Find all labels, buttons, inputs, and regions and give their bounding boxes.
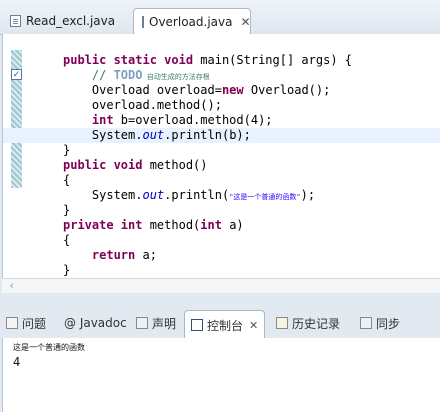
scroll-left-icon[interactable]: ‹	[10, 279, 14, 293]
code-line: public void method()	[63, 158, 208, 172]
java-file-icon	[142, 16, 144, 28]
code-area[interactable]: public static void main(String[] args) {…	[3, 53, 440, 278]
code-line: {	[63, 233, 71, 247]
console-output[interactable]: 这是一个普通的函数 4	[2, 338, 440, 412]
console-line: 这是一个普通的函数	[13, 343, 85, 352]
tab-label: Overload.java	[149, 15, 233, 29]
tab-console[interactable]: 控制台 ✕	[184, 310, 266, 339]
code-line: overload.method();	[63, 98, 222, 112]
tab-label: Read_excl.java	[26, 13, 116, 28]
code-line: System.out.println("这是一个普通的函数");	[63, 188, 316, 202]
console-icon	[191, 319, 203, 331]
close-icon[interactable]: ✕	[249, 319, 258, 332]
editor-tab-bar: Read_excl.java Overload.java ✕	[0, 0, 440, 35]
tab-synchronize[interactable]: 同步	[360, 308, 400, 338]
code-line-current: System.out.println(b);	[3, 128, 440, 143]
history-icon	[276, 317, 288, 329]
code-line: private int method(int a)	[63, 218, 244, 232]
code-editor[interactable]: ✓ public static void main(String[] args)…	[2, 34, 440, 278]
horizontal-scrollbar[interactable]: ‹	[2, 278, 440, 293]
code-line: return a;	[63, 248, 157, 262]
code-line: }	[63, 203, 71, 217]
tab-problems[interactable]: 问题	[6, 308, 46, 338]
tab-declaration[interactable]: 声明	[136, 308, 176, 338]
problems-icon	[6, 317, 18, 329]
code-line: int b=overload.method(4);	[63, 113, 273, 127]
java-file-icon	[10, 14, 21, 27]
declaration-icon	[136, 317, 148, 329]
tab-history[interactable]: 历史记录	[276, 308, 340, 338]
sync-icon	[360, 317, 372, 329]
code-line: {	[63, 173, 71, 187]
code-line: }	[63, 263, 71, 277]
view-tab-bar: 问题 @ Javadoc 声明 控制台 ✕ 历史记录 同步	[0, 308, 440, 339]
code-line: }	[63, 143, 71, 157]
tab-javadoc[interactable]: @ Javadoc	[64, 308, 127, 338]
code-line: // TODO 自动生成的方法存根	[63, 68, 210, 82]
code-line: public static void main(String[] args) {	[63, 53, 352, 67]
console-line: 4	[13, 355, 21, 369]
tab-overload[interactable]: Overload.java ✕	[133, 8, 251, 35]
close-icon[interactable]: ✕	[240, 15, 250, 29]
tab-read-excl[interactable]: Read_excl.java	[6, 8, 132, 33]
code-line: Overload overload=new Overload();	[63, 83, 331, 97]
